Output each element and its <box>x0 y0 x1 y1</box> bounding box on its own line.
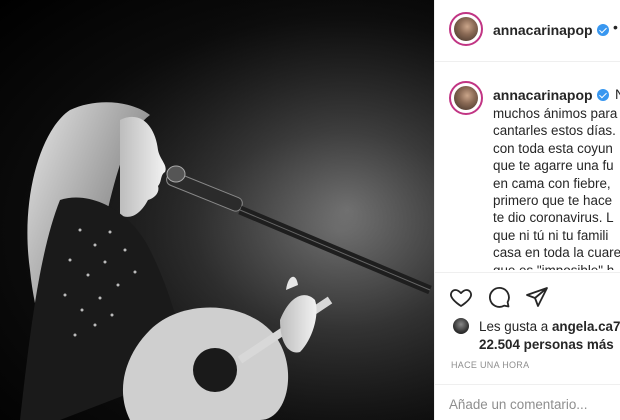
caption-line: con toda esta coyun <box>493 140 613 156</box>
caption-author-avatar[interactable] <box>449 81 483 115</box>
liker-avatar[interactable] <box>453 318 469 334</box>
caption-first-line: N <box>615 86 620 102</box>
post-timestamp[interactable]: Hace una hora <box>451 360 529 370</box>
likes-count[interactable]: 22.504 personas más <box>479 337 614 352</box>
author-avatar[interactable] <box>449 12 483 46</box>
likes-text: Les gusta a angela.ca7 y <box>479 319 620 334</box>
caption-line: en cama con fiebre, <box>493 175 611 191</box>
caption-line: que es "imposible" h <box>493 262 620 270</box>
comment-input[interactable] <box>449 394 619 414</box>
likes-section: Les gusta a angela.ca7 y 22.504 personas… <box>435 316 620 356</box>
likes-prefix: Les gusta a <box>479 319 552 334</box>
caption-line: te dio coronavirus. L <box>493 210 614 226</box>
share-icon[interactable] <box>525 285 549 309</box>
caption-author-username[interactable]: annacarinapop <box>493 87 593 103</box>
caption-text: muchos ánimos para cantarles estos días.… <box>493 105 620 270</box>
caption-line: cantarles estos días. <box>493 123 616 139</box>
follow-link[interactable]: • S <box>613 19 620 35</box>
caption-line: primero que te hace <box>493 193 613 209</box>
post-header: annacarinapop • S <box>435 0 620 62</box>
heart-icon[interactable] <box>449 285 473 309</box>
caption-verified-badge-icon <box>597 89 609 101</box>
post-side-panel: annacarinapop • S annacarinapop N muchos… <box>434 0 620 420</box>
comment-icon[interactable] <box>487 285 511 309</box>
author-username[interactable]: annacarinapop <box>493 22 593 38</box>
caption-line: que te agarre una fu <box>493 158 614 174</box>
caption-line: muchos ánimos para <box>493 106 618 121</box>
liker-username[interactable]: angela.ca7 <box>552 319 620 334</box>
verified-badge-icon <box>597 24 609 36</box>
post-photo[interactable] <box>0 0 434 420</box>
concert-performer-image <box>0 0 434 420</box>
caption-line: que ni tú ni tu famili <box>493 227 609 243</box>
caption-section: annacarinapop N muchos ánimos para canta… <box>435 63 620 270</box>
comment-box <box>435 384 620 420</box>
post-actions-bar <box>435 272 620 316</box>
caption-line: casa en toda la cuare <box>493 245 620 261</box>
